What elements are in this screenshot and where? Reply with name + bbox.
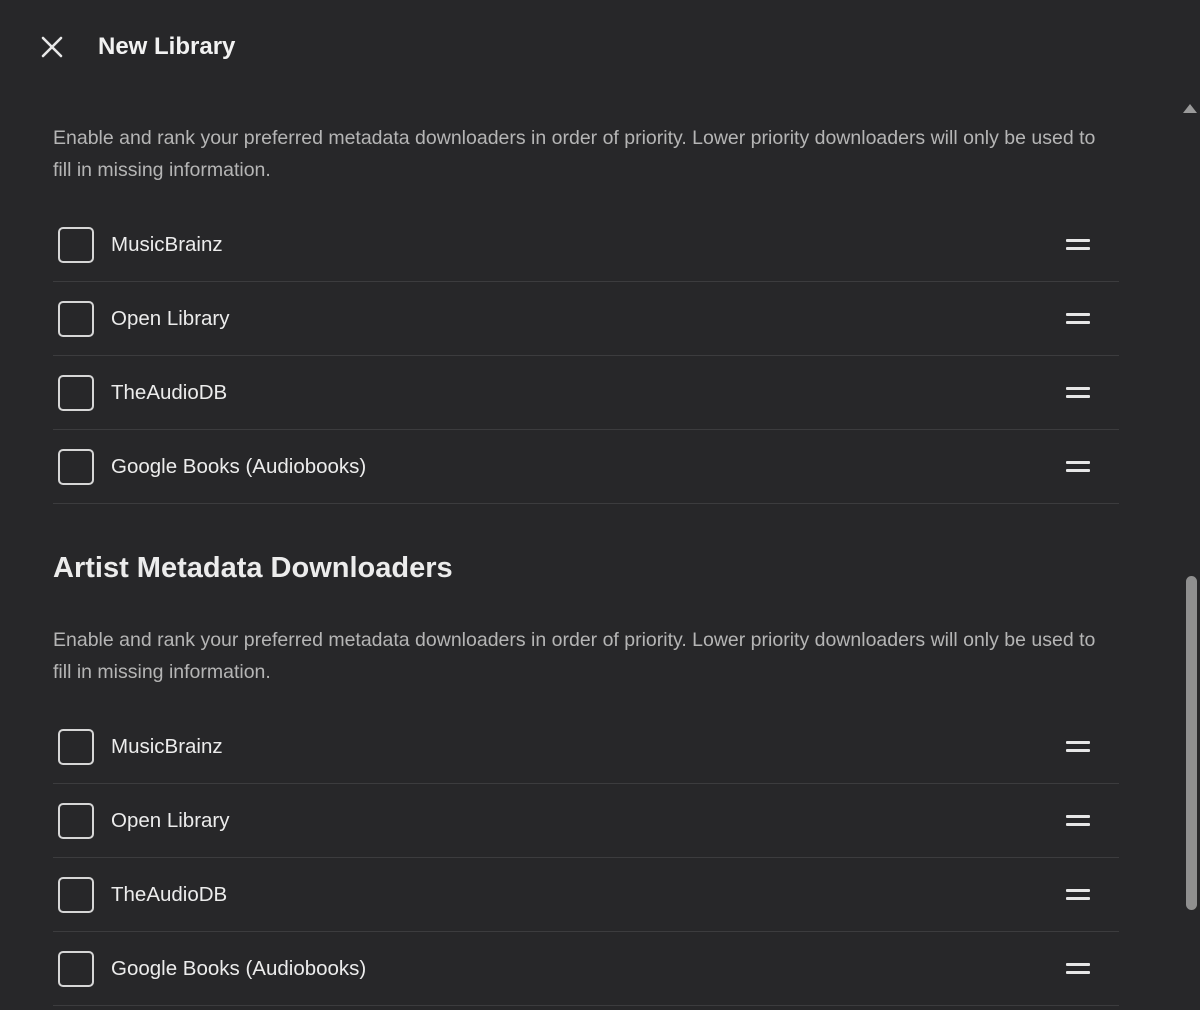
enable-checkbox[interactable] xyxy=(58,876,94,913)
downloader-label: TheAudioDB xyxy=(111,380,228,404)
enable-checkbox[interactable] xyxy=(58,448,94,485)
scroll-thumb[interactable] xyxy=(1186,576,1197,910)
list-item: TheAudioDB xyxy=(53,857,1119,931)
enable-checkbox[interactable] xyxy=(58,374,94,411)
scroll-up-arrow-icon[interactable] xyxy=(1183,104,1197,113)
list-item: Open Library xyxy=(53,281,1119,355)
enable-checkbox[interactable] xyxy=(58,802,94,839)
downloader-label: Open Library xyxy=(111,306,230,330)
section-description: Enable and rank your preferred metadata … xyxy=(53,629,1096,683)
list-item: Google Books (Audiobooks) xyxy=(53,931,1119,1005)
drag-handle-icon[interactable] xyxy=(1066,383,1092,403)
new-library-dialog: New Library Enable and rank your preferr… xyxy=(0,0,1200,1010)
enable-checkbox[interactable] xyxy=(58,950,94,987)
list-item: Google Books (Audiobooks) xyxy=(53,429,1119,503)
downloader-label: Open Library xyxy=(111,808,230,832)
downloader-label: Google Books (Audiobooks) xyxy=(111,956,367,980)
enable-checkbox[interactable] xyxy=(58,728,94,765)
list-item: TheAudioDB xyxy=(53,355,1119,429)
artist-downloader-list: MusicBrainz Open Library TheAudioDB Goog… xyxy=(53,710,1119,1006)
close-icon xyxy=(41,36,63,58)
artist-metadata-heading: Artist Metadata Downloaders xyxy=(53,552,453,584)
drag-handle-icon[interactable] xyxy=(1066,811,1092,831)
drag-handle-icon[interactable] xyxy=(1066,885,1092,905)
dialog-header: New Library xyxy=(0,0,1200,94)
downloader-label: TheAudioDB xyxy=(111,882,228,906)
close-button[interactable] xyxy=(36,31,68,63)
downloader-list: MusicBrainz Open Library TheAudioDB Goog… xyxy=(53,208,1119,504)
drag-handle-icon[interactable] xyxy=(1066,737,1092,757)
enable-checkbox[interactable] xyxy=(58,226,94,263)
dialog-content: Enable and rank your preferred metadata … xyxy=(53,120,1119,1006)
downloader-label: Google Books (Audiobooks) xyxy=(111,454,367,478)
drag-handle-icon[interactable] xyxy=(1066,457,1092,477)
list-item: Open Library xyxy=(53,783,1119,857)
list-item: MusicBrainz xyxy=(53,208,1119,281)
downloader-label: MusicBrainz xyxy=(111,734,223,758)
drag-handle-icon[interactable] xyxy=(1066,959,1092,979)
enable-checkbox[interactable] xyxy=(58,300,94,337)
drag-handle-icon[interactable] xyxy=(1066,235,1092,255)
drag-handle-icon[interactable] xyxy=(1066,309,1092,329)
list-item: MusicBrainz xyxy=(53,710,1119,783)
downloader-label: MusicBrainz xyxy=(111,232,223,256)
section-description: Enable and rank your preferred metadata … xyxy=(53,127,1096,181)
dialog-title: New Library xyxy=(98,33,236,60)
vertical-scrollbar[interactable] xyxy=(1178,94,1200,1010)
